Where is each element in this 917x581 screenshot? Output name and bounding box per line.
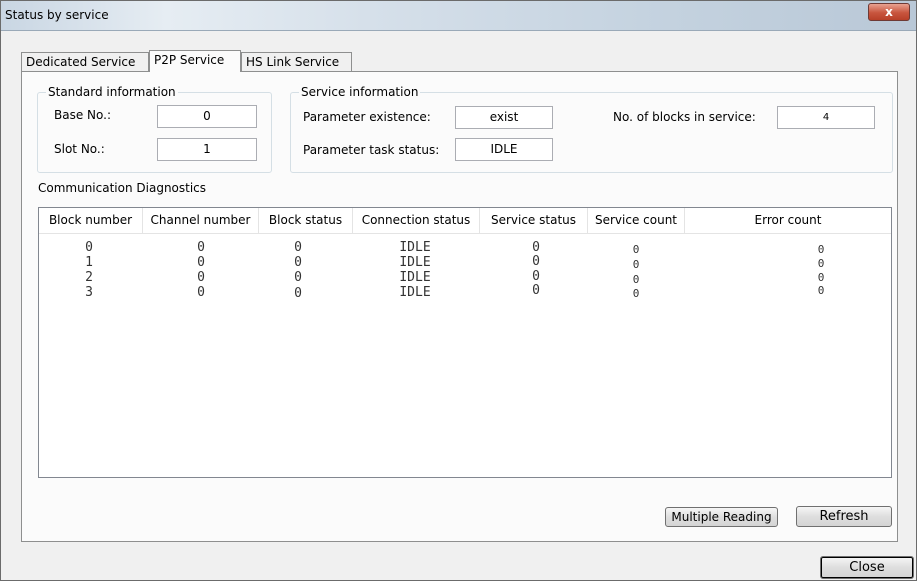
service-information-group: Service information: [290, 85, 893, 173]
parameter-existence-field: exist: [455, 106, 553, 129]
cell-block-number: 0: [85, 240, 93, 255]
cell-service-count: 0: [632, 287, 640, 300]
parameter-task-status-label: Parameter task status:: [303, 143, 440, 157]
cell-service-status: 0: [532, 283, 540, 298]
column-header-connection-status[interactable]: Connection status: [353, 208, 480, 234]
cell-service-status: 0: [532, 240, 540, 255]
status-by-service-window: Status by service x Dedicated Service P2…: [0, 0, 917, 581]
diagnostics-table[interactable]: Block number Channel number Block status…: [38, 207, 892, 478]
cell-service-status: 0: [532, 254, 540, 269]
cell-connection-status: IDLE: [399, 270, 431, 285]
blocks-in-service-label: No. of blocks in service:: [613, 110, 756, 124]
cell-connection-status: IDLE: [399, 255, 431, 270]
parameter-existence-label: Parameter existence:: [303, 110, 431, 124]
close-button[interactable]: Close: [820, 556, 914, 579]
tab-dedicated-service[interactable]: Dedicated Service: [21, 52, 149, 71]
cell-block-status: 0: [294, 286, 302, 301]
cell-channel-number: 0: [197, 270, 205, 285]
column-header-service-count[interactable]: Service count: [588, 208, 685, 234]
column-header-error-count[interactable]: Error count: [685, 208, 891, 234]
title-bar[interactable]: Status by service x: [1, 1, 916, 31]
cell-error-count: 0: [817, 284, 825, 297]
base-no-label: Base No.:: [54, 108, 111, 122]
cell-connection-status: IDLE: [399, 240, 431, 255]
window-title: Status by service: [5, 8, 109, 22]
cell-block-number: 1: [85, 255, 93, 270]
communication-diagnostics-title: Communication Diagnostics: [38, 181, 207, 195]
cell-service-count: 0: [632, 243, 640, 256]
cell-service-status: 0: [532, 269, 540, 284]
column-header-service-status[interactable]: Service status: [480, 208, 588, 234]
window-close-icon[interactable]: x: [868, 3, 910, 21]
cell-block-number: 3: [85, 285, 93, 300]
service-information-legend: Service information: [299, 85, 421, 99]
column-header-block-number[interactable]: Block number: [39, 208, 143, 234]
multiple-reading-button[interactable]: Multiple Reading: [665, 507, 778, 527]
tab-p2p-service[interactable]: P2P Service: [149, 50, 241, 72]
cell-service-count: 0: [632, 258, 640, 271]
cell-channel-number: 0: [197, 285, 205, 300]
slot-no-field: 1: [157, 138, 257, 161]
cell-service-count: 0: [632, 273, 640, 286]
slot-no-label: Slot No.:: [54, 142, 105, 156]
column-header-channel-number[interactable]: Channel number: [143, 208, 259, 234]
cell-error-count: 0: [817, 243, 825, 256]
cell-channel-number: 0: [197, 240, 205, 255]
diagnostics-table-header: Block number Channel number Block status…: [39, 208, 891, 234]
blocks-in-service-field: 4: [777, 106, 875, 129]
cell-channel-number: 0: [197, 255, 205, 270]
cell-error-count: 0: [817, 257, 825, 270]
cell-block-status: 0: [294, 240, 302, 255]
cell-block-status: 0: [294, 255, 302, 270]
cell-block-status: 0: [294, 270, 302, 285]
refresh-button[interactable]: Refresh: [796, 506, 892, 527]
parameter-task-status-field: IDLE: [455, 138, 553, 161]
base-no-field: 0: [157, 105, 257, 128]
cell-block-number: 2: [85, 270, 93, 285]
standard-information-legend: Standard information: [46, 85, 178, 99]
tab-hs-link-service[interactable]: HS Link Service: [241, 52, 352, 71]
cell-connection-status: IDLE: [399, 285, 431, 300]
column-header-block-status[interactable]: Block status: [259, 208, 353, 234]
